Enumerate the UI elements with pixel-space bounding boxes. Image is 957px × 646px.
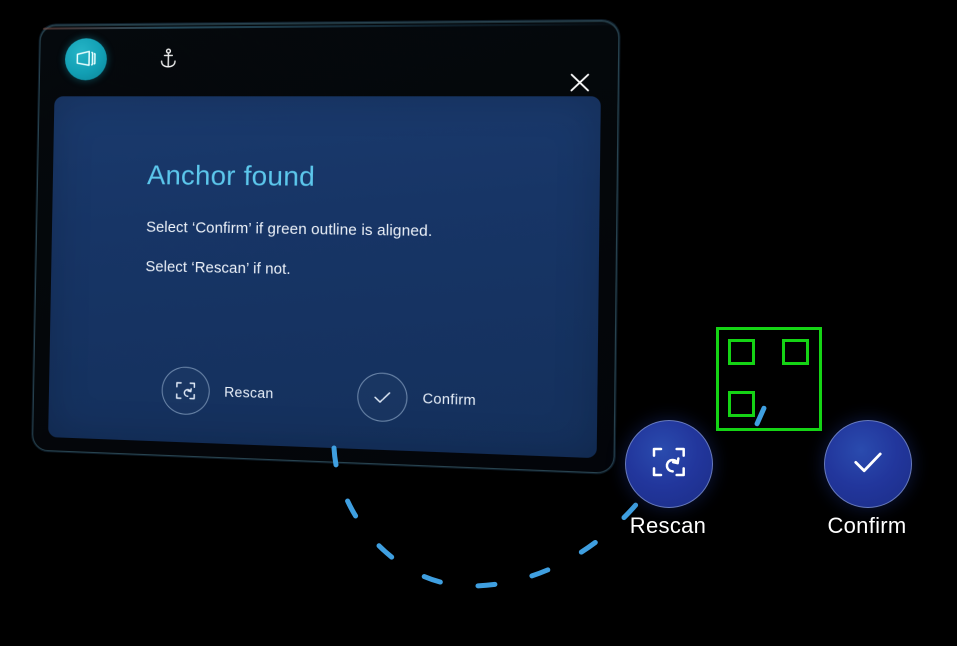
confirm-button-label: Confirm [827, 513, 907, 538]
marker-corner-top-left [728, 339, 755, 365]
dialog-actions: Rescan Confirm [49, 363, 598, 431]
dialog-title: Anchor found [146, 159, 316, 192]
close-icon[interactable] [563, 67, 597, 99]
confirm-button[interactable] [824, 420, 912, 508]
anchor-found-dialog: Anchor found Select ‘Confirm’ if green o… [48, 96, 601, 459]
dialog-confirm-label: Confirm [422, 390, 477, 409]
marker-corner-top-right [782, 339, 809, 365]
window-titlebar [39, 20, 620, 86]
panel-3d-icon [64, 38, 108, 81]
dialog-body-line-2: Select ‘Rescan’ if not. [145, 258, 291, 279]
marker-corner-bottom-left [728, 391, 755, 417]
rescan-button-label: Rescan [629, 513, 707, 538]
scan-refresh-icon [649, 442, 689, 487]
hololens-anchor-scene: Anchor found Select ‘Confirm’ if green o… [0, 0, 957, 646]
scan-refresh-icon [161, 366, 211, 416]
anchor-icon [155, 46, 182, 72]
dialog-confirm-button[interactable]: Confirm [356, 371, 477, 425]
floating-app-window: Anchor found Select ‘Confirm’ if green o… [31, 19, 620, 474]
dialog-rescan-label: Rescan [224, 384, 274, 402]
check-icon [356, 371, 408, 423]
rescan-button[interactable] [625, 420, 713, 508]
check-icon [847, 441, 889, 488]
dialog-body-line-1: Select ‘Confirm’ if green outline is ali… [146, 219, 433, 241]
dialog-rescan-button[interactable]: Rescan [161, 366, 274, 418]
anchor-marker-outline [716, 327, 822, 431]
